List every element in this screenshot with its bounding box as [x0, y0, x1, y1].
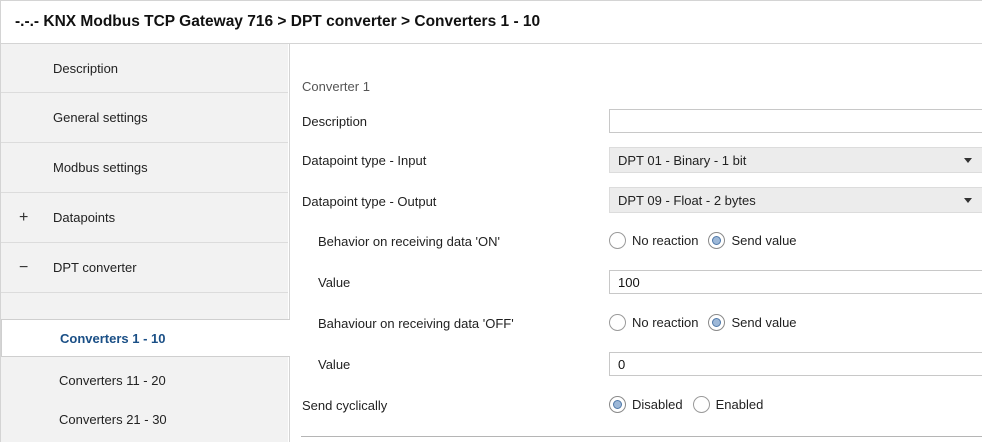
sidebar: Description General settings Modbus sett… — [0, 44, 290, 442]
dpt-output-value: DPT 09 - Float - 2 bytes — [618, 193, 756, 208]
send-cyclically-radio-group: Disabled Enabled — [609, 396, 767, 413]
chevron-down-icon — [964, 198, 972, 203]
on-behavior-label: Behavior on receiving data 'ON' — [318, 234, 501, 249]
expand-icon[interactable]: + — [19, 209, 28, 226]
on-behavior-radio-group: No reaction Send value — [609, 232, 801, 249]
off-behavior-label: Bahaviour on receiving data 'OFF' — [318, 316, 514, 331]
divider — [301, 436, 982, 437]
dpt-input-value: DPT 01 - Binary - 1 bit — [618, 153, 747, 168]
off-value-input[interactable]: 0 — [609, 352, 982, 376]
description-label: Description — [302, 114, 368, 129]
sidebar-item-dpt-converter[interactable]: − DPT converter — [1, 243, 288, 293]
sidebar-item-description[interactable]: Description — [1, 44, 288, 93]
radio-unselected-icon[interactable] — [609, 314, 626, 331]
window-title: -.-.- KNX Modbus TCP Gateway 716 > DPT c… — [0, 0, 982, 44]
sidebar-item-label: Modbus settings — [53, 160, 148, 175]
sidebar-item-modbus-settings[interactable]: Modbus settings — [1, 143, 288, 193]
sidebar-item-label: Description — [53, 60, 119, 76]
on-value-label: Value — [318, 275, 351, 290]
sidebar-item-converters-1-10[interactable]: Converters 1 - 10 — [1, 319, 290, 357]
radio-unselected-icon[interactable] — [692, 396, 710, 413]
dpt-input-select[interactable]: DPT 01 - Binary - 1 bit — [609, 147, 982, 173]
send-cyclically-label: Send cyclically — [302, 398, 388, 413]
sidebar-item-general-settings[interactable]: General settings — [1, 93, 288, 143]
option-label: Enabled — [715, 397, 764, 412]
divider — [289, 44, 290, 442]
radio-selected-icon[interactable] — [708, 232, 726, 249]
off-behavior-radio-group: No reaction Send value — [609, 314, 801, 331]
sidebar-item-converters-11-20[interactable]: Converters 11 - 20 — [1, 364, 288, 396]
on-no-reaction-option[interactable]: No reaction — [609, 232, 698, 249]
sidebar-item-datapoints[interactable]: + Datapoints — [1, 193, 288, 243]
description-input[interactable] — [609, 109, 982, 133]
option-label: Send value — [731, 233, 797, 248]
on-value-input[interactable]: 100 — [609, 270, 982, 294]
option-label: Disabled — [632, 397, 683, 412]
section-title: Converter 1 — [302, 79, 370, 94]
sidebar-item-label: Converters 21 - 30 — [59, 411, 167, 427]
sidebar-item-label: DPT converter — [53, 260, 137, 275]
option-label: No reaction — [632, 233, 699, 248]
option-label: No reaction — [632, 315, 699, 330]
cyclic-enabled-option[interactable]: Enabled — [692, 396, 764, 413]
radio-unselected-icon[interactable] — [609, 232, 626, 249]
sidebar-item-label: Converters 11 - 20 — [59, 372, 166, 388]
chevron-down-icon — [964, 158, 972, 163]
on-send-value-option[interactable]: Send value — [708, 232, 797, 249]
dpt-output-label: Datapoint type - Output — [302, 194, 437, 209]
radio-selected-icon[interactable] — [609, 396, 626, 413]
off-no-reaction-option[interactable]: No reaction — [609, 314, 698, 331]
dpt-input-label: Datapoint type - Input — [302, 153, 427, 168]
dpt-output-select[interactable]: DPT 09 - Float - 2 bytes — [609, 187, 982, 213]
radio-selected-icon[interactable] — [708, 314, 726, 331]
sidebar-item-label: Converters 1 - 10 — [60, 330, 166, 346]
option-label: Send value — [731, 315, 797, 330]
sidebar-item-converters-21-30[interactable]: Converters 21 - 30 — [1, 403, 288, 435]
cyclic-disabled-option[interactable]: Disabled — [609, 396, 683, 413]
collapse-icon[interactable]: − — [19, 259, 28, 276]
sidebar-item-label: Datapoints — [53, 210, 116, 225]
off-value-label: Value — [318, 357, 351, 372]
sidebar-item-label: General settings — [53, 110, 148, 125]
off-send-value-option[interactable]: Send value — [708, 314, 797, 331]
